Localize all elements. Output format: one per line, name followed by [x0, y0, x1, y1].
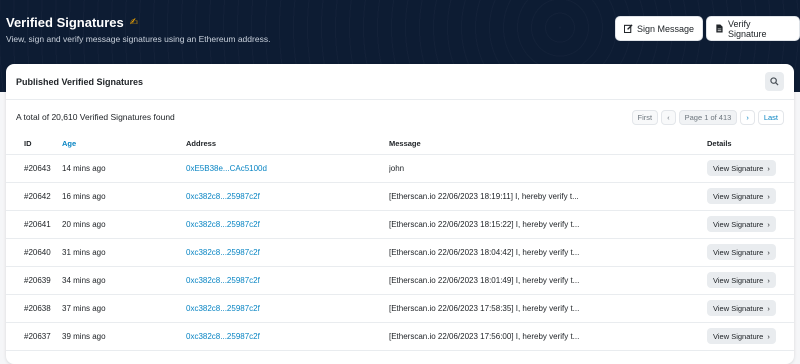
row-address-link[interactable]: 0xc382c8...25987c2f [186, 210, 389, 239]
view-signature-button[interactable]: View Signature › [707, 216, 776, 232]
row-id: #20638 [6, 294, 62, 323]
page-title-text: Verified Signatures [6, 15, 124, 30]
chevron-right-icon: › [767, 247, 770, 257]
table-row: #20642 16 mins ago 0xc382c8...25987c2f [Eth… [6, 182, 794, 211]
row-address-link[interactable]: 0xc382c8...25987c2f [186, 294, 389, 323]
view-signature-label: View Signature [713, 303, 764, 313]
row-age: 31 mins ago [62, 238, 186, 267]
row-message: [Etherscan.io 22/06/2023 17:58:35] I, he… [389, 294, 707, 323]
sign-message-label: Sign Message [637, 23, 695, 34]
row-message: [Etherscan.io 22/06/2023 18:19:11] I, he… [389, 182, 707, 211]
row-details: View Signature › [707, 294, 794, 323]
search-button[interactable] [765, 72, 784, 91]
row-address-link[interactable]: 0xc382c8...25987c2f [186, 322, 389, 351]
row-details: View Signature › [707, 322, 794, 351]
chevron-right-icon: › [767, 163, 770, 173]
view-signature-label: View Signature [713, 331, 764, 341]
row-age: 39 mins ago [62, 322, 186, 351]
chevron-right-icon: › [767, 303, 770, 313]
row-details: View Signature › [707, 182, 794, 211]
view-signature-button[interactable]: View Signature › [707, 328, 776, 344]
row-age: 14 mins ago [62, 154, 186, 183]
view-signature-label: View Signature [713, 275, 764, 285]
col-message: Message [389, 134, 707, 155]
row-message: [Etherscan.io 22/06/2023 18:04:42] I, he… [389, 238, 707, 267]
table-header-row: ID Age Address Message Details [6, 134, 794, 155]
chevron-right-icon: › [767, 219, 770, 229]
col-age[interactable]: Age [62, 134, 186, 155]
page-subtitle: View, sign and verify message signatures… [6, 34, 271, 44]
row-age: 16 mins ago [62, 182, 186, 211]
hand-signature-icon: ✍ [129, 17, 139, 28]
col-details: Details [707, 134, 794, 155]
total-count-text: A total of 20,610 Verified Signatures fo… [16, 112, 175, 122]
table-row: #20638 37 mins ago 0xc382c8...25987c2f [Eth… [6, 294, 794, 323]
table-row: #20643 14 mins ago 0xE5B38e...CAc5100d john… [6, 154, 794, 183]
prev-page-button[interactable]: ‹ [661, 109, 676, 125]
row-details: View Signature › [707, 154, 794, 183]
view-signature-label: View Signature [713, 163, 764, 173]
row-id: #20643 [6, 154, 62, 183]
table-row: #20640 31 mins ago 0xc382c8...25987c2f [Eth… [6, 238, 794, 267]
table-row: #20641 20 mins ago 0xc382c8...25987c2f [Eth… [6, 210, 794, 239]
chevron-right-icon: › [746, 112, 749, 122]
row-address-link[interactable]: 0xc382c8...25987c2f [186, 266, 389, 295]
col-id: ID [6, 134, 62, 155]
row-details: View Signature › [707, 266, 794, 295]
card-header: Published Verified Signatures [6, 64, 794, 100]
row-address-link[interactable]: 0xc382c8...25987c2f [186, 238, 389, 267]
table-row: #20637 39 mins ago 0xc382c8...25987c2f [Eth… [6, 322, 794, 351]
view-signature-label: View Signature [713, 219, 764, 229]
row-details: View Signature › [707, 210, 794, 239]
row-age: 34 mins ago [62, 266, 186, 295]
row-address-link[interactable]: 0xc382c8...25987c2f [186, 182, 389, 211]
col-address: Address [186, 134, 389, 155]
pen-square-icon [624, 24, 633, 33]
page-indicator: Page 1 of 413 [678, 109, 738, 125]
view-signature-button[interactable]: View Signature › [707, 272, 776, 288]
next-page-button[interactable]: › [740, 109, 755, 125]
row-id: #20639 [6, 266, 62, 295]
signatures-card: Published Verified Signatures A total of… [6, 64, 794, 364]
view-signature-button[interactable]: View Signature › [707, 188, 776, 204]
row-id: #20641 [6, 210, 62, 239]
row-message: [Etherscan.io 22/06/2023 17:56:00] I, he… [389, 322, 707, 351]
first-page-button[interactable]: First [631, 109, 659, 125]
summary-row: A total of 20,610 Verified Signatures fo… [6, 108, 794, 126]
row-address-link[interactable]: 0xE5B38e...CAc5100d [186, 154, 389, 183]
sign-message-button[interactable]: Sign Message [615, 16, 704, 41]
row-details: View Signature › [707, 238, 794, 267]
last-page-button[interactable]: Last [757, 109, 784, 125]
chevron-left-icon: ‹ [667, 112, 670, 122]
file-icon [716, 24, 723, 33]
search-icon [770, 77, 779, 86]
verify-signature-label: Verify Signature [727, 18, 767, 39]
table-row: #20639 34 mins ago 0xc382c8...25987c2f [Eth… [6, 266, 794, 295]
row-id: #20642 [6, 182, 62, 211]
row-message: [Etherscan.io 22/06/2023 18:01:49] I, he… [389, 266, 707, 295]
view-signature-label: View Signature [713, 191, 764, 201]
row-age: 37 mins ago [62, 294, 186, 323]
row-id: #20640 [6, 238, 62, 267]
view-signature-button[interactable]: View Signature › [707, 244, 776, 260]
view-signature-button[interactable]: View Signature › [707, 300, 776, 316]
row-message: [Etherscan.io 22/06/2023 18:15:22] I, he… [389, 210, 707, 239]
card-title: Published Verified Signatures [16, 76, 144, 87]
row-age: 20 mins ago [62, 210, 186, 239]
view-signature-button[interactable]: View Signature › [707, 160, 776, 176]
pagination: First ‹ Page 1 of 413 › Last [631, 109, 784, 125]
signatures-table: ID Age Address Message Details #20643 14 … [6, 134, 794, 351]
chevron-right-icon: › [767, 331, 770, 341]
chevron-right-icon: › [767, 275, 770, 285]
page-title: Verified Signatures ✍ [6, 15, 138, 30]
verify-signature-button[interactable]: Verify Signature [706, 16, 800, 41]
row-message: john [389, 154, 707, 183]
chevron-right-icon: › [767, 191, 770, 201]
view-signature-label: View Signature [713, 247, 764, 257]
row-id: #20637 [6, 322, 62, 351]
